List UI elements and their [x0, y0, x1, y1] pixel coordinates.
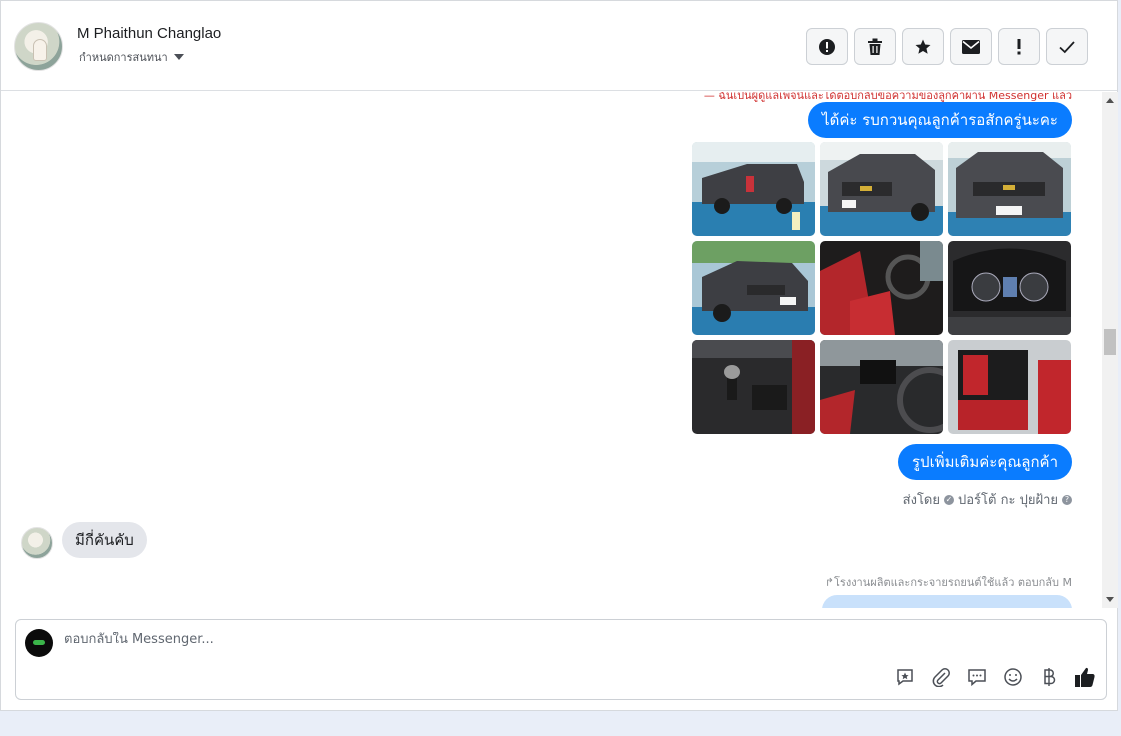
inbox-window: M Phaithun Changlao กำหนดการสนทนา — ฉันเ… [0, 0, 1118, 711]
verified-icon: ✓ [944, 494, 954, 505]
message-icon [968, 669, 986, 687]
contact-name[interactable]: M Phaithun Changlao [77, 25, 221, 42]
attachment-button[interactable] [930, 666, 952, 688]
delete-button[interactable] [854, 28, 896, 65]
photo-rear-truck[interactable] [692, 142, 815, 236]
incoming-message[interactable]: มีกี่คันคับ [62, 522, 147, 558]
like-button[interactable] [1074, 666, 1096, 688]
envelope-icon [962, 39, 980, 54]
sent-by-name[interactable]: ปอร์โต้ กะ ปุยฝ้าย [958, 489, 1058, 510]
photo-dashboard[interactable] [820, 340, 943, 434]
conversation-toolbar [806, 28, 1088, 65]
photo-front-plate[interactable] [948, 142, 1071, 236]
caret-down-icon [173, 54, 184, 60]
exclamation-circle-icon [819, 38, 835, 55]
trash-icon [868, 38, 882, 55]
check-icon [1059, 40, 1075, 53]
assign-label: กำหนดการสนทนา [79, 51, 168, 64]
photo-gear-shift[interactable] [692, 340, 815, 434]
baht-icon [1044, 668, 1056, 686]
conversation-header: M Phaithun Changlao กำหนดการสนทนา [1, 1, 1117, 91]
reply-input[interactable] [64, 632, 864, 647]
scroll-down-arrow-icon[interactable] [1106, 597, 1114, 602]
photo-attachments-grid [692, 142, 1072, 434]
page-avatar [25, 629, 53, 657]
assign-conversation-dropdown[interactable]: กำหนดการสนทนา [79, 48, 184, 66]
emoji-button[interactable] [1002, 666, 1024, 688]
photo-side-front[interactable] [692, 241, 815, 335]
thread-scrollbar[interactable] [1102, 92, 1118, 608]
like-icon [1075, 667, 1095, 687]
outgoing-message[interactable]: ได้ค่ะ รบกวนคุณลูกค้ารอสักครู่นะคะ [808, 102, 1072, 138]
truck-side-image [692, 241, 815, 335]
photo-front-truck[interactable] [820, 142, 943, 236]
done-button[interactable] [1046, 28, 1088, 65]
truck-front-image [820, 142, 943, 236]
scroll-up-arrow-icon[interactable] [1106, 98, 1114, 103]
reply-context: ↱โรงงานผลิตและกระจายรถยนต์ใช้แล้ว ตอบกลั… [824, 576, 1072, 589]
mark-unread-button[interactable] [950, 28, 992, 65]
photo-rear-seats[interactable] [948, 340, 1071, 434]
message-button[interactable] [966, 666, 988, 688]
priority-button[interactable] [998, 28, 1040, 65]
photo-gauge-cluster[interactable] [948, 241, 1071, 335]
star-icon [915, 39, 931, 54]
sent-by-prefix: ส่งโดย [902, 493, 940, 508]
dashboard-image [820, 340, 943, 434]
saved-reply-icon [897, 669, 913, 686]
star-button[interactable] [902, 28, 944, 65]
contact-avatar-small[interactable] [21, 527, 53, 559]
saved-reply-button[interactable] [894, 666, 916, 688]
spam-button[interactable] [806, 28, 848, 65]
outgoing-message-partial[interactable] [822, 595, 1072, 608]
sent-by-info: ส่งโดย ✓ ปอร์โต้ กะ ปุยฝ้าย ? [903, 489, 1072, 510]
rear-seats-image [948, 340, 1071, 434]
reply-arrow-icon: ↱ [824, 576, 834, 589]
contact-avatar[interactable] [14, 22, 63, 71]
truck-front-plate-image [948, 142, 1071, 236]
exclamation-icon [1017, 38, 1021, 54]
message-thread[interactable]: — ฉันเป็นผู้ดูแลเพจนี้และได้ตอบกลับข้อคว… [2, 92, 1102, 608]
attachment-icon [932, 668, 950, 687]
gear-shift-image [692, 340, 815, 434]
help-icon[interactable]: ? [1062, 494, 1072, 505]
emoji-icon [1004, 668, 1022, 686]
truck-rear-image [692, 142, 815, 236]
driver-seat-image [820, 241, 943, 335]
scroll-thumb[interactable] [1104, 329, 1116, 355]
payment-button[interactable] [1038, 666, 1060, 688]
outgoing-message[interactable]: รูปเพิ่มเติมค่ะคุณลูกค้า [897, 444, 1072, 480]
photo-driver-seat[interactable] [820, 241, 943, 335]
reply-composer [15, 619, 1107, 700]
composer-actions [894, 666, 1096, 688]
gauge-cluster-image [948, 241, 1071, 335]
